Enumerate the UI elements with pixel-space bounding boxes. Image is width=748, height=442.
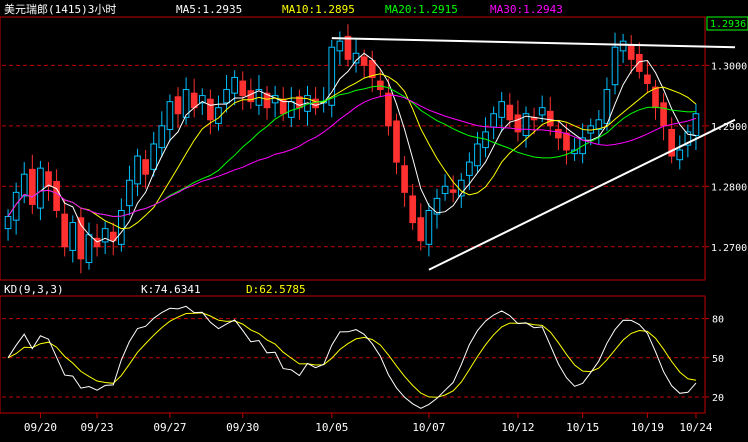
last-price-label: 1.2936: [710, 19, 746, 30]
down-candle-body: [393, 120, 400, 163]
down-candle-body: [627, 44, 635, 60]
down-candle-body: [409, 195, 417, 224]
up-candle-body: [69, 222, 77, 251]
ma20-readout: MA20:1.2915: [385, 3, 458, 16]
down-candle-body: [239, 80, 247, 97]
down-candle-body: [207, 98, 214, 121]
date-tick-label: 09/27: [153, 421, 186, 434]
up-candle-body: [466, 161, 473, 176]
kd-title: KD(9,3,3): [4, 283, 64, 296]
down-candle-body: [53, 180, 60, 211]
down-candle-body: [142, 159, 149, 175]
kd-k-readout: K:74.6341: [141, 283, 201, 296]
down-candle-body: [61, 213, 69, 248]
down-candle-body: [563, 132, 570, 151]
up-candle-body: [223, 89, 230, 104]
down-candle-body: [449, 189, 457, 193]
kd-tick-label: 80: [712, 315, 724, 326]
price-tick-label: 1.3000: [711, 61, 747, 72]
down-candle-body: [385, 92, 392, 127]
down-candle-body: [555, 128, 562, 139]
up-candle-body: [474, 143, 481, 167]
down-candle-body: [635, 53, 643, 72]
up-candle-body: [538, 107, 546, 116]
up-candle-body: [498, 101, 506, 118]
up-candle-body: [4, 216, 12, 230]
chart-canvas: 美元瑞郎(1415)3小时 MA5:1.2935 MA10:1.2895 MA2…: [0, 0, 748, 442]
up-candle-body: [676, 149, 684, 161]
down-candle-body: [344, 35, 352, 60]
date-tick-label: 10/07: [412, 421, 445, 434]
up-candle-body: [490, 113, 497, 128]
date-tick-label: 10/19: [631, 421, 664, 434]
up-candle-body: [231, 76, 238, 94]
ma5-readout: MA5:1.2935: [176, 3, 242, 16]
date-tick-label: 10/15: [566, 421, 599, 434]
up-candle-body: [166, 101, 174, 130]
down-candle-body: [376, 80, 384, 91]
date-tick-label: 10/12: [501, 421, 534, 434]
down-candle-body: [45, 171, 52, 187]
down-candle-body: [401, 165, 408, 193]
down-candle-body: [652, 86, 659, 109]
down-candle-body: [660, 102, 667, 127]
up-candle-body: [101, 228, 109, 243]
down-candle-body: [644, 74, 651, 84]
up-candle-body: [692, 113, 700, 136]
ma10-readout: MA10:1.2895: [282, 3, 355, 16]
up-candle-body: [126, 179, 133, 207]
kd-tick-label: 50: [712, 354, 724, 365]
up-candle-body: [441, 185, 449, 195]
up-candle-body: [158, 125, 166, 149]
date-tick-label: 10/24: [679, 421, 712, 434]
down-candle-body: [506, 104, 514, 121]
up-candle-body: [85, 234, 93, 263]
down-candle-body: [546, 110, 554, 127]
up-candle-body: [12, 191, 20, 221]
up-candle-body: [336, 40, 344, 52]
up-candle-body: [611, 46, 619, 86]
down-candle-body: [190, 92, 198, 109]
down-candle-body: [174, 96, 182, 115]
price-tick-label: 1.2800: [711, 182, 747, 193]
down-candle-body: [360, 56, 368, 66]
symbol-title: 美元瑞郎(1415)3小时: [4, 2, 116, 16]
price-tick-label: 1.2700: [711, 243, 747, 254]
date-tick-label: 10/05: [315, 421, 348, 434]
up-candle-body: [425, 209, 433, 245]
up-candle-body: [150, 143, 158, 170]
up-candle-body: [134, 155, 141, 185]
down-candle-body: [28, 168, 36, 205]
kd-tick-label: 20: [712, 393, 724, 404]
date-tick-label: 09/23: [81, 421, 114, 434]
down-candle-body: [417, 217, 425, 242]
date-tick-label: 09/30: [226, 421, 259, 434]
date-tick-label: 09/20: [24, 421, 57, 434]
up-candle-body: [619, 40, 627, 52]
ma30-readout: MA30:1.2943: [490, 3, 563, 16]
up-candle-body: [20, 173, 28, 197]
kd-d-readout: D:62.5785: [246, 283, 306, 296]
up-candle-body: [37, 167, 44, 209]
